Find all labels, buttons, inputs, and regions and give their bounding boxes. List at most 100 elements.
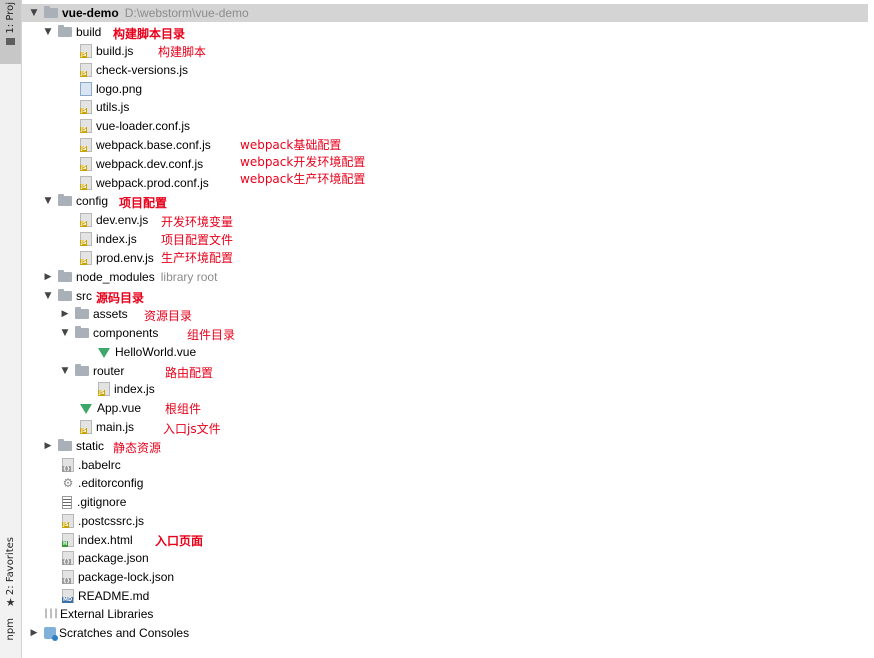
file-label: .editorconfig bbox=[78, 476, 144, 490]
folder-icon bbox=[6, 37, 15, 45]
folder-label: assets bbox=[93, 307, 128, 321]
tree-file-babelrc[interactable]: {} .babelrc bbox=[62, 456, 121, 474]
tree-file-package-json[interactable]: {} package.json bbox=[62, 549, 149, 567]
file-label: utils.js bbox=[96, 100, 130, 114]
js-file-icon: JS bbox=[80, 100, 92, 114]
json-file-icon: {} bbox=[62, 570, 74, 584]
project-tab-label: 1: Proj bbox=[5, 2, 16, 34]
annotation-src: 源码目录 bbox=[96, 291, 145, 305]
folder-icon bbox=[75, 307, 89, 319]
chevron-right-icon[interactable]: ▶ bbox=[43, 268, 53, 286]
file-label: webpack.dev.conf.js bbox=[96, 157, 204, 171]
star-icon: ★ bbox=[5, 597, 16, 610]
file-label: package-lock.json bbox=[78, 570, 175, 584]
tree-row-external-libraries[interactable]: ||| External Libraries bbox=[43, 605, 153, 623]
file-label: .babelrc bbox=[78, 458, 121, 472]
tree-file-webpack-prod[interactable]: JS webpack.prod.conf.js bbox=[80, 174, 209, 192]
folder-label: static bbox=[76, 439, 105, 453]
annotation-webpack-prod: webpack生产环境配置 bbox=[240, 172, 366, 186]
tree-file-main-js[interactable]: JS main.js bbox=[80, 418, 134, 436]
tree-row-router[interactable]: ▼ router bbox=[60, 362, 124, 380]
tree-row-root[interactable]: ▼ vue-demo D:\webstorm\vue-demo bbox=[29, 4, 249, 22]
tree-file-readme[interactable]: MD README.md bbox=[62, 587, 149, 605]
tree-file-config-index[interactable]: JS index.js bbox=[80, 230, 137, 248]
folder-label: build bbox=[76, 25, 102, 39]
chevron-down-icon[interactable]: ▼ bbox=[60, 362, 70, 380]
tree-row-static[interactable]: ▶ static bbox=[43, 437, 104, 455]
tree-file-router-index[interactable]: JS index.js bbox=[98, 380, 155, 398]
tree-row-node-modules[interactable]: ▶ node_modules library root bbox=[43, 268, 217, 286]
chevron-right-icon[interactable]: ▶ bbox=[60, 305, 70, 323]
js-file-icon: JS bbox=[80, 420, 92, 434]
favorites-tool-tab[interactable]: 2: Favorites ★ bbox=[0, 537, 21, 610]
tree-file-webpack-base[interactable]: JS webpack.base.conf.js bbox=[80, 136, 211, 154]
js-file-icon: JS bbox=[80, 44, 92, 58]
annotation-router: 路由配置 bbox=[165, 366, 214, 380]
chevron-down-icon[interactable]: ▼ bbox=[43, 192, 53, 210]
vue-icon bbox=[80, 404, 92, 414]
file-label: main.js bbox=[96, 420, 135, 434]
library-icon: ||| bbox=[43, 608, 59, 619]
folder-icon bbox=[58, 270, 72, 282]
tree-row-build[interactable]: ▼ build bbox=[43, 23, 101, 41]
project-tool-tab[interactable]: 1: Proj bbox=[0, 0, 21, 64]
markdown-file-icon: MD bbox=[62, 589, 74, 603]
library-root-note: library root bbox=[160, 270, 218, 284]
file-label: App.vue bbox=[97, 401, 142, 415]
chevron-right-icon[interactable]: ▶ bbox=[29, 624, 39, 642]
chevron-down-icon[interactable]: ▼ bbox=[43, 287, 53, 305]
tree-file-logo[interactable]: logo.png bbox=[80, 80, 142, 98]
tree-file-helloworld[interactable]: HelloWorld.vue bbox=[98, 343, 196, 361]
tree-file-postcssrc[interactable]: JS .postcssrc.js bbox=[62, 512, 144, 530]
npm-tool-tab[interactable]: npm bbox=[0, 618, 21, 648]
tree-file-prod-env[interactable]: JS prod.env.js bbox=[80, 249, 154, 267]
annotation-config: 项目配置 bbox=[119, 196, 168, 210]
annotation-app-vue: 根组件 bbox=[165, 402, 202, 416]
image-file-icon bbox=[80, 82, 92, 96]
file-label: check-versions.js bbox=[96, 63, 189, 77]
tree-row-config[interactable]: ▼ config bbox=[43, 192, 108, 210]
folder-icon bbox=[58, 439, 72, 451]
chevron-right-icon[interactable]: ▶ bbox=[43, 437, 53, 455]
tree-file-gitignore[interactable]: .gitignore bbox=[62, 493, 126, 511]
tree-row-assets[interactable]: ▶ assets bbox=[60, 305, 128, 323]
annotation-build-js: 构建脚本 bbox=[158, 45, 207, 59]
folder-label: router bbox=[93, 364, 125, 378]
tree-file-webpack-dev[interactable]: JS webpack.dev.conf.js bbox=[80, 155, 203, 173]
html-file-icon: H bbox=[62, 533, 74, 547]
tree-file-dev-env[interactable]: JS dev.env.js bbox=[80, 211, 148, 229]
project-name: vue-demo bbox=[62, 6, 119, 20]
tree-row-scratches[interactable]: ▶ Scratches and Consoles bbox=[29, 624, 189, 642]
folder-icon bbox=[58, 25, 72, 37]
tree-row-components[interactable]: ▼ components bbox=[60, 324, 158, 342]
tree-row-src[interactable]: ▼ src bbox=[43, 287, 92, 305]
tree-file-editorconfig[interactable]: ⚙ .editorconfig bbox=[62, 474, 144, 492]
js-file-icon: JS bbox=[80, 138, 92, 152]
favorites-tab-label: 2: Favorites bbox=[5, 537, 16, 596]
annotation-prod-env: 生产环境配置 bbox=[161, 251, 234, 265]
chevron-down-icon[interactable]: ▼ bbox=[43, 23, 53, 41]
file-label: index.js bbox=[96, 232, 137, 246]
tool-window-strip: 1: Proj 2: Favorites ★ npm bbox=[0, 0, 22, 658]
tree-file-index-html[interactable]: H index.html bbox=[62, 531, 133, 549]
annotation-webpack-base: webpack基础配置 bbox=[240, 138, 342, 152]
js-file-icon: JS bbox=[98, 382, 110, 396]
js-file-icon: JS bbox=[80, 176, 92, 190]
tree-file-check-versions[interactable]: JS check-versions.js bbox=[80, 61, 188, 79]
annotation-webpack-dev: webpack开发环境配置 bbox=[240, 155, 366, 169]
tree-file-utils[interactable]: JS utils.js bbox=[80, 98, 129, 116]
folder-label: src bbox=[76, 289, 92, 303]
chevron-down-icon[interactable]: ▼ bbox=[60, 324, 70, 342]
tree-file-vue-loader[interactable]: JS vue-loader.conf.js bbox=[80, 117, 190, 135]
js-file-icon: JS bbox=[80, 232, 92, 246]
tree-file-build-js[interactable]: JS build.js bbox=[80, 42, 133, 60]
gear-icon: ⚙ bbox=[62, 476, 74, 490]
annotation-assets: 资源目录 bbox=[144, 309, 193, 323]
annotation-build: 构建脚本目录 bbox=[113, 27, 186, 41]
file-label: logo.png bbox=[96, 82, 143, 96]
tree-file-app-vue[interactable]: App.vue bbox=[80, 399, 141, 417]
npm-tab-label: npm bbox=[5, 618, 16, 641]
tree-file-package-lock[interactable]: {} package-lock.json bbox=[62, 568, 174, 586]
file-label: README.md bbox=[78, 589, 150, 603]
chevron-down-icon[interactable]: ▼ bbox=[29, 4, 39, 22]
